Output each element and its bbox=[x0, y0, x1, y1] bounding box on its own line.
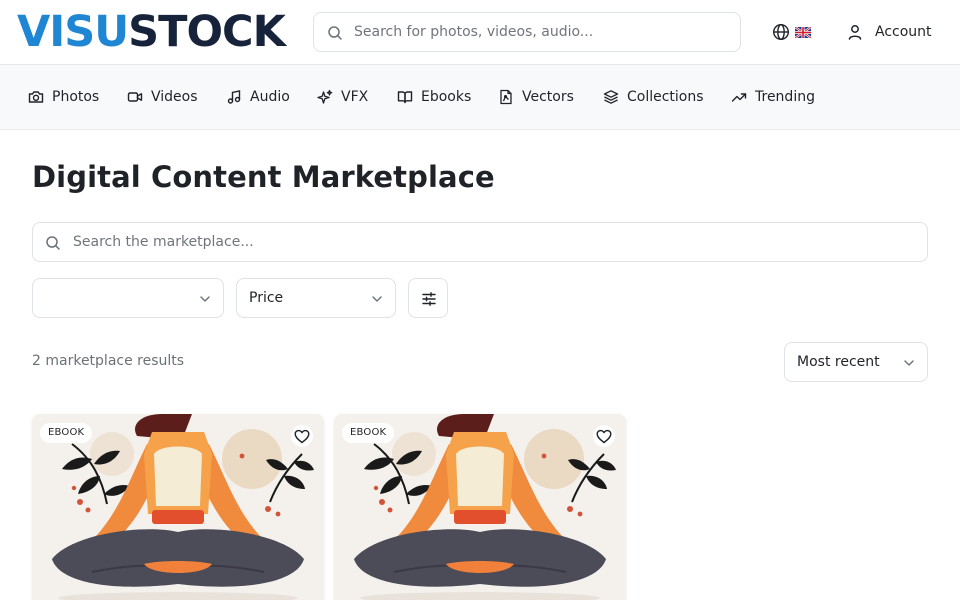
marketplace-search-bar[interactable] bbox=[32, 222, 928, 262]
nav-item-label: Videos bbox=[151, 89, 198, 105]
page-title: Digital Content Marketplace bbox=[32, 160, 495, 194]
nav-item-vfx[interactable]: VFX bbox=[317, 87, 368, 107]
vector-file-icon bbox=[500, 89, 512, 105]
sparkles-icon bbox=[317, 89, 333, 104]
product-card[interactable]: EBOOK bbox=[334, 414, 626, 600]
camera-icon bbox=[28, 91, 44, 103]
heart-icon bbox=[596, 429, 612, 444]
nav-item-label: Vectors bbox=[522, 89, 574, 105]
category-nav: Photos Videos Audio VFX Ebooks Vectors C… bbox=[0, 65, 960, 130]
heart-icon bbox=[294, 429, 310, 444]
nav-item-collections[interactable]: Collections bbox=[603, 87, 704, 107]
price-select-value: Price bbox=[249, 290, 284, 306]
music-note-icon bbox=[227, 90, 241, 104]
content-type-badge: EBOOK bbox=[342, 423, 395, 443]
header-search-input[interactable] bbox=[354, 13, 734, 51]
advanced-filters-button[interactable] bbox=[408, 278, 448, 318]
favorite-button[interactable] bbox=[291, 425, 313, 447]
sliders-icon bbox=[422, 292, 436, 306]
layers-icon bbox=[603, 90, 619, 104]
nav-item-label: Trending bbox=[755, 89, 815, 105]
header-search-bar[interactable] bbox=[313, 12, 741, 52]
nav-item-label: VFX bbox=[341, 89, 369, 105]
price-select[interactable]: Price bbox=[236, 278, 396, 318]
search-icon bbox=[328, 26, 342, 40]
user-icon bbox=[848, 25, 862, 40]
uk-flag-icon bbox=[795, 26, 811, 38]
logo-part-1: VISU bbox=[17, 7, 129, 57]
account-button[interactable]: Account bbox=[846, 20, 932, 44]
chevron-down-icon bbox=[904, 360, 914, 366]
nav-item-label: Photos bbox=[52, 89, 100, 105]
language-selector[interactable] bbox=[772, 22, 811, 42]
nav-item-ebooks[interactable]: Ebooks bbox=[397, 87, 471, 107]
nav-item-photos[interactable]: Photos bbox=[28, 87, 99, 107]
open-book-icon bbox=[397, 91, 413, 104]
content-type-select[interactable] bbox=[32, 278, 224, 318]
video-icon bbox=[127, 92, 143, 102]
account-label: Account bbox=[875, 24, 932, 40]
chevron-down-icon bbox=[372, 296, 382, 302]
nav-item-label: Collections bbox=[627, 89, 704, 105]
nav-item-label: Ebooks bbox=[421, 89, 472, 105]
globe-icon bbox=[772, 23, 790, 41]
results-count: 2 marketplace results bbox=[32, 353, 185, 369]
logo-part-2: STOCK bbox=[128, 7, 286, 57]
nav-item-trending[interactable]: Trending bbox=[731, 87, 815, 107]
nav-item-audio[interactable]: Audio bbox=[226, 87, 290, 107]
visustock-logo[interactable]: VISUSTOCK bbox=[17, 6, 286, 58]
nav-item-vectors[interactable]: Vectors bbox=[498, 87, 574, 107]
sort-select-value: Most recent bbox=[797, 354, 880, 370]
trending-up-icon bbox=[731, 93, 747, 102]
top-header: VISUSTOCK Account bbox=[0, 0, 960, 65]
nav-item-label: Audio bbox=[250, 89, 290, 105]
content-type-badge: EBOOK bbox=[40, 423, 93, 443]
product-card[interactable]: EBOOK bbox=[32, 414, 324, 600]
marketplace-search-input[interactable] bbox=[73, 223, 913, 261]
search-icon bbox=[46, 236, 60, 250]
favorite-button[interactable] bbox=[593, 425, 615, 447]
chevron-down-icon bbox=[200, 296, 210, 302]
sort-select[interactable]: Most recent bbox=[784, 342, 928, 382]
nav-item-videos[interactable]: Videos bbox=[127, 87, 198, 107]
